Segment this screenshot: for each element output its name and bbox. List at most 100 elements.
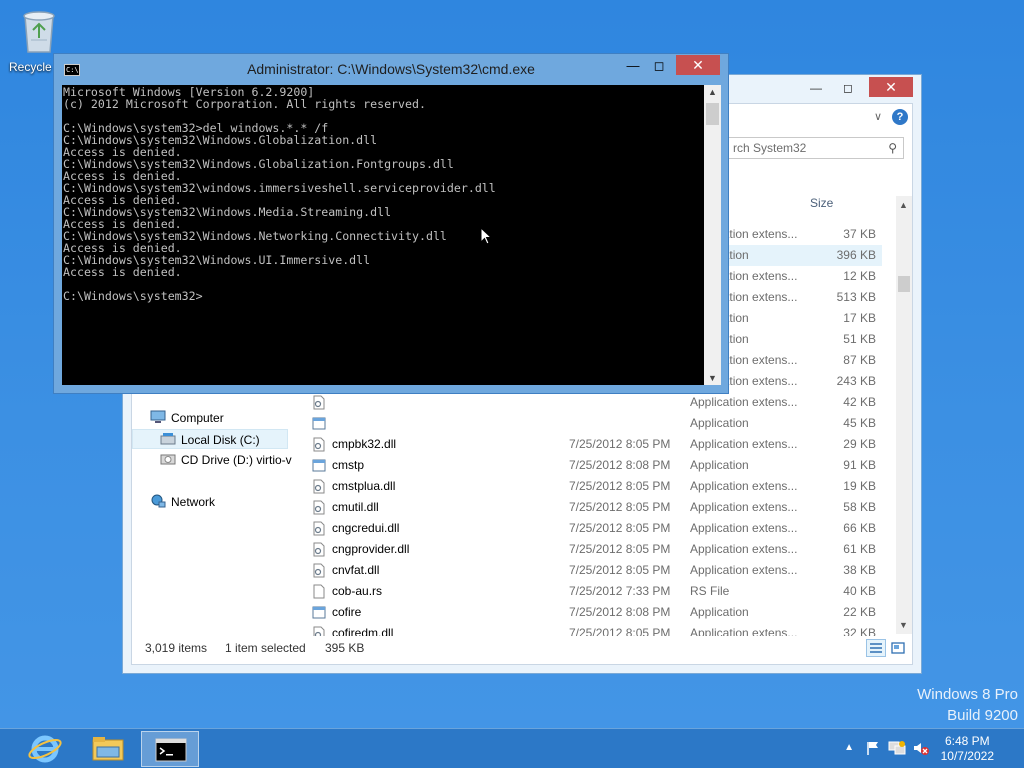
console-line: C:\Windows\system32> [63, 289, 203, 303]
cmd-title-bar[interactable]: C:\ Administrator: C:\Windows\System32\c… [54, 54, 728, 84]
file-size: 19 KB [843, 479, 876, 493]
watermark-build: Build 9200 [947, 707, 1018, 724]
help-icon[interactable]: ? [892, 109, 908, 125]
computer-icon [150, 410, 166, 424]
file-size: 22 KB [843, 605, 876, 619]
ribbon-expand-chevron-icon[interactable]: ∨ [874, 110, 882, 123]
file-date: 7/25/2012 8:08 PM [569, 458, 671, 472]
file-type: Application extens... [690, 395, 798, 409]
large-icons-view-icon [891, 642, 905, 654]
file-name: cofire [332, 605, 362, 619]
cd-drive-icon [160, 452, 176, 466]
search-input[interactable]: rch System32 ⚲ [728, 137, 904, 159]
scrollbar-thumb[interactable] [898, 276, 910, 292]
taskbar-command-prompt[interactable] [141, 731, 199, 767]
console-scroll-down-icon[interactable]: ▼ [708, 373, 717, 383]
status-selected-size: 395 KB [325, 641, 365, 655]
file-date: 7/25/2012 7:33 PM [569, 584, 671, 598]
search-placeholder: rch System32 [733, 141, 807, 155]
file-name: cngprovider.dll [332, 542, 410, 556]
console-scrollbar[interactable]: ▲ ▼ [704, 85, 721, 385]
scroll-up-arrow-icon[interactable]: ▲ [899, 200, 908, 210]
file-type: RS File [690, 584, 730, 598]
folder-icon [92, 737, 124, 761]
file-date: 7/25/2012 8:05 PM [569, 521, 671, 535]
file-row[interactable]: cnvfat.dll 7/25/2012 8:05 PM Application e… [302, 560, 882, 581]
volume-muted-icon[interactable] [912, 740, 930, 756]
command-prompt-icon [155, 738, 187, 762]
nav-item-network[interactable]: Network [150, 492, 215, 512]
network-icon [150, 494, 166, 508]
file-size: 243 KB [836, 374, 876, 388]
console-output[interactable]: Microsoft Windows [Version 6.2.9200] (c) … [62, 85, 704, 385]
nav-local-disk-label: Local Disk (C:) [181, 433, 260, 447]
show-hidden-icons-chevron-icon[interactable]: ▲ [844, 742, 854, 753]
file-size: 51 KB [843, 332, 876, 346]
explorer-maximize-button[interactable]: ◻ [835, 79, 861, 97]
scroll-down-arrow-icon[interactable]: ▼ [899, 620, 908, 630]
file-row[interactable]: cmpbk32.dll 7/25/2012 8:05 PM Application … [302, 434, 882, 455]
taskbar-clock[interactable]: 6:48 PM 10/7/2022 [941, 734, 994, 764]
taskbar: ▲ 6:48 PM 10/7/2022 [0, 728, 1024, 768]
mouse-pointer-icon [480, 226, 493, 248]
local-disk-icon [160, 432, 176, 446]
file-name: cmstplua.dll [332, 479, 396, 493]
file-row[interactable]: Application extens... 42 KB [302, 392, 882, 413]
clock-time: 6:48 PM [944, 734, 990, 748]
file-size: 37 KB [843, 227, 876, 241]
column-header-size[interactable]: Size [810, 196, 833, 210]
file-row[interactable]: cob-au.rs 7/25/2012 7:33 PM RS File 40 KB [302, 581, 882, 602]
clock-date: 10/7/2022 [940, 749, 994, 763]
cmd-close-button[interactable]: ✕ [676, 55, 720, 75]
console-line: Access is denied. [63, 265, 182, 279]
file-row[interactable]: cmstp 7/25/2012 8:08 PM Application 91 KB [302, 455, 882, 476]
console-scroll-up-icon[interactable]: ▲ [708, 87, 717, 97]
nav-item-local-disk[interactable]: Local Disk (C:) [132, 429, 288, 449]
large-icons-view-button[interactable] [888, 639, 908, 657]
taskbar-file-explorer[interactable] [79, 731, 137, 767]
cmd-maximize-button[interactable]: ◻ [646, 58, 672, 76]
os-watermark: Windows 8 Pro Build 9200 [917, 684, 1018, 726]
file-size: 42 KB [843, 395, 876, 409]
file-icon [312, 584, 326, 599]
search-icon[interactable]: ⚲ [888, 138, 897, 158]
explorer-close-button[interactable]: ✕ [869, 77, 913, 97]
file-name: cob-au.rs [332, 584, 383, 598]
dll-file-icon [312, 500, 326, 515]
nav-computer-label: Computer [171, 411, 224, 425]
status-item-count: 3,019 items [145, 641, 208, 655]
file-list-scrollbar[interactable]: ▲ ▼ [896, 196, 912, 634]
file-size: 29 KB [843, 437, 876, 451]
details-view-icon [870, 643, 882, 653]
network-status-icon[interactable] [888, 740, 906, 756]
nav-item-cd-drive[interactable]: CD Drive (D:) virtio-v [160, 450, 292, 470]
file-size: 45 KB [843, 416, 876, 430]
nav-item-computer[interactable]: Computer [150, 408, 224, 428]
dll-file-icon [312, 563, 326, 578]
status-bar: 3,019 items 1 item selected 395 KB [132, 636, 912, 664]
dll-file-icon [312, 479, 326, 494]
file-date: 7/25/2012 8:05 PM [569, 479, 671, 493]
file-row[interactable]: cmstplua.dll 7/25/2012 8:05 PM Application… [302, 476, 882, 497]
console-scrollbar-thumb[interactable] [706, 103, 719, 125]
cmd-minimize-button[interactable]: — [620, 58, 646, 76]
details-view-button[interactable] [866, 639, 886, 657]
file-row[interactable]: cmutil.dll 7/25/2012 8:05 PM Application e… [302, 497, 882, 518]
file-type: Application extens... [690, 437, 798, 451]
file-size: 17 KB [843, 311, 876, 325]
file-row[interactable]: cngcredui.dll 7/25/2012 8:05 PM Applicatio… [302, 518, 882, 539]
file-row[interactable]: cofire 7/25/2012 8:08 PM Application 22 KB [302, 602, 882, 623]
explorer-minimize-button[interactable]: — [803, 79, 829, 97]
file-size: 38 KB [843, 563, 876, 577]
file-name: cngcredui.dll [332, 521, 400, 535]
file-type: Application [690, 605, 749, 619]
file-size: 513 KB [836, 290, 876, 304]
nav-network-label: Network [171, 495, 216, 509]
taskbar-internet-explorer[interactable] [16, 731, 74, 767]
action-center-flag-icon[interactable] [865, 740, 881, 756]
file-name: cmpbk32.dll [332, 437, 397, 451]
file-row[interactable]: cngprovider.dll 7/25/2012 8:05 PM Applicat… [302, 539, 882, 560]
file-row[interactable]: Application 45 KB [302, 413, 882, 434]
file-size: 61 KB [843, 542, 876, 556]
internet-explorer-icon [28, 735, 62, 763]
